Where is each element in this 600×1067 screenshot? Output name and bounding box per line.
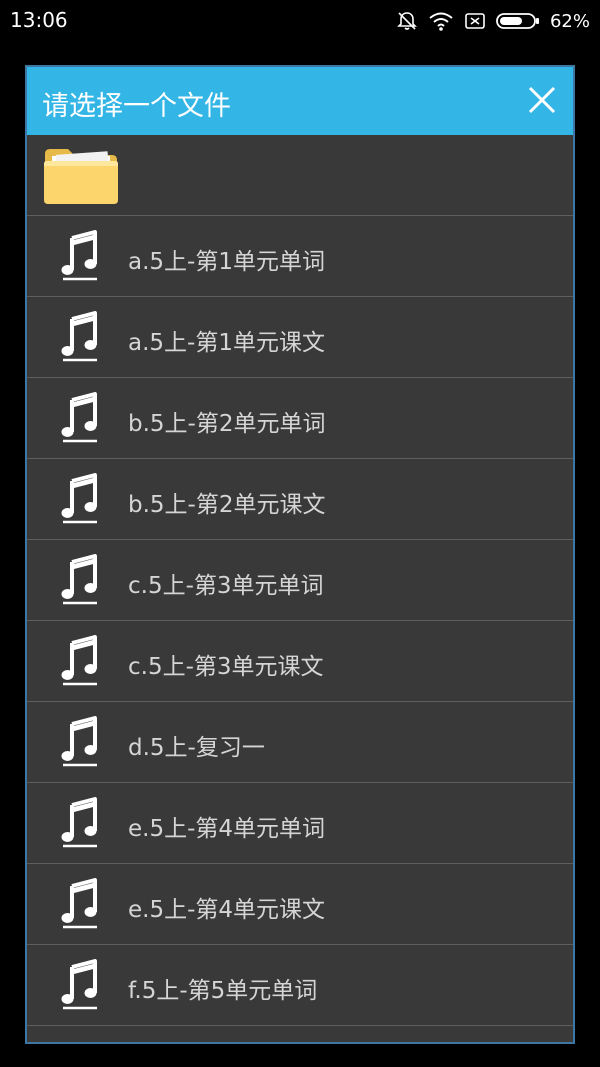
parent-folder-row[interactable] xyxy=(27,135,573,216)
file-name: e.5上-第4单元课文 xyxy=(128,897,326,923)
folder-icon xyxy=(42,144,120,210)
file-row[interactable]: e.5上-第4单元单词 xyxy=(27,783,573,864)
close-button[interactable] xyxy=(527,85,557,115)
file-row[interactable]: e.5上-第4单元课文 xyxy=(27,864,573,945)
battery-percent: 62% xyxy=(549,10,590,32)
dialog-title: 请选择一个文件 xyxy=(42,91,231,122)
sim-error-icon xyxy=(464,10,486,32)
status-bar: 13:06 62% xyxy=(0,0,600,42)
music-note-icon xyxy=(61,797,99,853)
file-picker-dialog: 请选择一个文件 a.5上-第1单元单词 a.5上-第1单元课文 b.5上-第2单… xyxy=(25,65,575,1044)
file-name: c.5上-第3单元单词 xyxy=(128,573,324,599)
music-note-icon xyxy=(61,230,99,286)
file-name: f.5上-第5单元单词 xyxy=(128,978,318,1004)
status-icons: 62% xyxy=(396,8,590,34)
music-note-icon xyxy=(61,392,99,448)
file-row[interactable]: d.5上-复习一 xyxy=(27,702,573,783)
music-note-icon xyxy=(61,473,99,529)
music-note-icon xyxy=(61,311,99,367)
file-row[interactable]: b.5上-第2单元单词 xyxy=(27,378,573,459)
file-name: a.5上-第1单元课文 xyxy=(128,330,325,356)
file-row[interactable]: f.5上-第5单元单词 xyxy=(27,945,573,1026)
file-row[interactable]: c.5上-第3单元单词 xyxy=(27,540,573,621)
file-row[interactable]: a.5上-第1单元课文 xyxy=(27,297,573,378)
music-note-icon xyxy=(61,635,99,691)
wifi-icon xyxy=(428,10,454,32)
file-name: e.5上-第4单元单词 xyxy=(128,816,326,842)
battery-icon xyxy=(496,11,540,31)
file-name: c.5上-第3单元课文 xyxy=(128,654,324,680)
file-name: d.5上-复习一 xyxy=(128,735,265,761)
file-row[interactable]: b.5上-第2单元课文 xyxy=(27,459,573,540)
status-time: 13:06 xyxy=(10,8,68,32)
music-note-icon xyxy=(61,716,99,772)
file-row[interactable]: a.5上-第1单元单词 xyxy=(27,216,573,297)
music-note-icon xyxy=(61,554,99,610)
bell-muted-icon xyxy=(396,10,418,32)
file-list: a.5上-第1单元单词 a.5上-第1单元课文 b.5上-第2单元单词 b.5上… xyxy=(27,135,573,1042)
music-note-icon xyxy=(61,878,99,934)
file-name: b.5上-第2单元单词 xyxy=(128,411,326,437)
file-name: b.5上-第2单元课文 xyxy=(128,492,326,518)
file-name: a.5上-第1单元单词 xyxy=(128,249,325,275)
close-icon[interactable] xyxy=(527,85,557,115)
music-note-icon xyxy=(61,959,99,1015)
dialog-header: 请选择一个文件 xyxy=(27,67,573,135)
file-row[interactable]: c.5上-第3单元课文 xyxy=(27,621,573,702)
